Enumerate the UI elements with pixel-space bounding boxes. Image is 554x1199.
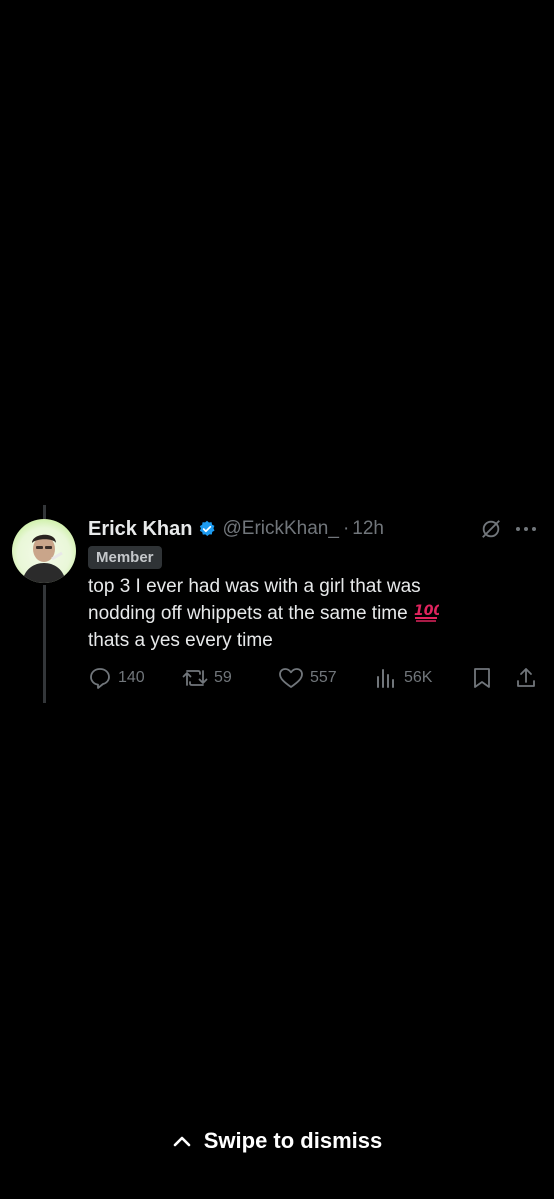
- share-icon: [517, 668, 535, 687]
- reply-button[interactable]: 140: [88, 664, 145, 692]
- tweet-text-line-1: top 3 I ever had was with a girl that wa…: [88, 576, 421, 597]
- views-icon: [377, 669, 394, 688]
- avatar-image: [22, 534, 66, 583]
- 100-emoji-icon: 100: [414, 603, 439, 622]
- grok-icon[interactable]: [480, 518, 502, 540]
- timestamp[interactable]: 12h: [352, 518, 384, 540]
- action-bar: 140 59 557 56K: [88, 664, 540, 692]
- repost-icon: [182, 670, 208, 686]
- more-icon[interactable]: [514, 518, 538, 540]
- avatar[interactable]: [12, 519, 76, 583]
- member-badge[interactable]: Member: [88, 546, 162, 569]
- thread-line-bottom: [43, 585, 46, 703]
- tweet-header: Erick Khan @ErickKhan_ · 12h: [88, 514, 538, 544]
- thread-line-top: [43, 505, 46, 519]
- repost-count: 59: [214, 669, 232, 686]
- tweet-text-line-2: nodding off whippets at the same time: [88, 603, 408, 624]
- chevron-up-icon: [173, 1136, 191, 1147]
- like-count: 557: [310, 669, 337, 686]
- bookmark-icon: [474, 668, 490, 688]
- tweet[interactable]: Erick Khan @ErickKhan_ · 12h Member top …: [88, 514, 538, 654]
- views-button[interactable]: 56K: [374, 664, 432, 692]
- repost-button[interactable]: 59: [182, 664, 232, 692]
- handle[interactable]: @ErickKhan_: [222, 518, 338, 540]
- tweet-text-line-3: thats a yes every time: [88, 630, 273, 651]
- like-button[interactable]: 557: [278, 664, 337, 692]
- reply-count: 140: [118, 669, 145, 686]
- share-button[interactable]: [514, 664, 538, 692]
- views-count: 56K: [404, 669, 433, 686]
- verified-icon[interactable]: [198, 520, 216, 538]
- swipe-to-dismiss[interactable]: Swipe to dismiss: [0, 1128, 554, 1154]
- separator-dot: ·: [342, 518, 350, 539]
- tweet-text: top 3 I ever had was with a girl that wa…: [88, 573, 538, 654]
- reply-icon: [90, 668, 110, 689]
- display-name[interactable]: Erick Khan: [88, 518, 192, 541]
- bookmark-button[interactable]: [470, 664, 494, 692]
- heart-icon: [279, 668, 303, 688]
- swipe-to-dismiss-label: Swipe to dismiss: [203, 1128, 383, 1153]
- svg-text:100: 100: [414, 603, 439, 619]
